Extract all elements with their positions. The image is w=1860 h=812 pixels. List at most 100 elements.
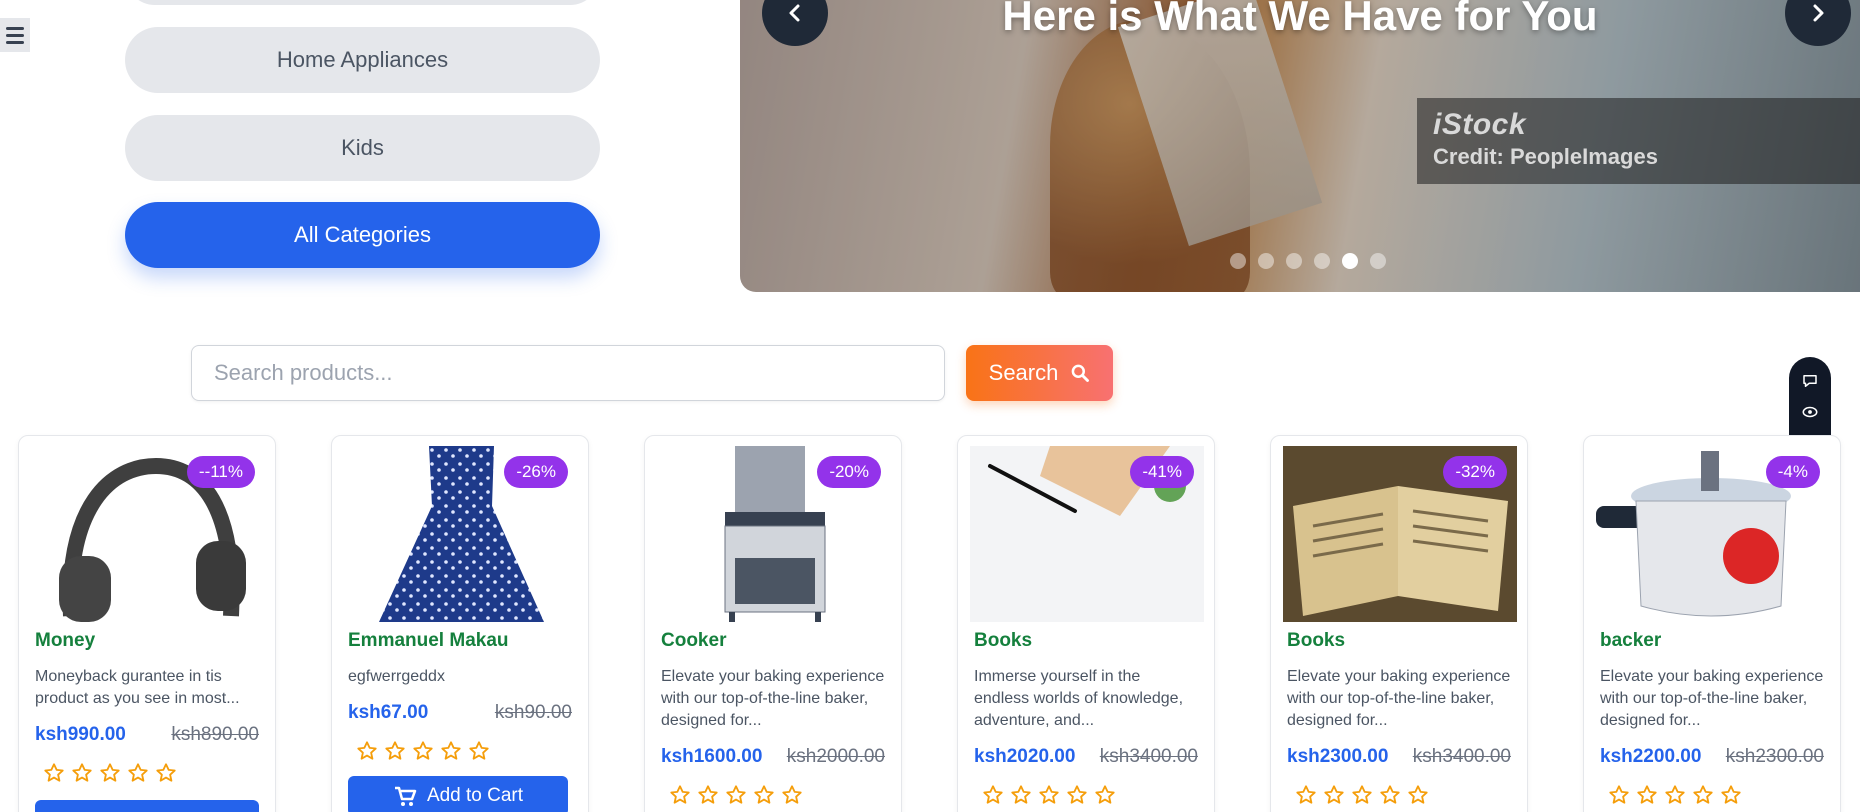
star-icon[interactable] xyxy=(669,784,691,806)
product-image: --11% xyxy=(31,446,265,622)
star-icon[interactable] xyxy=(1038,784,1060,806)
star-icon[interactable] xyxy=(1608,784,1630,806)
product-image: -4% xyxy=(1596,446,1830,622)
star-icon[interactable] xyxy=(71,762,93,784)
product-card[interactable]: --11% Money Moneyback gurantee in tis pr… xyxy=(18,435,276,812)
category-button-all[interactable]: All Categories xyxy=(125,202,600,268)
star-icon[interactable] xyxy=(1066,784,1088,806)
product-description: Elevate your baking experience with our … xyxy=(1600,668,1824,729)
star-icon[interactable] xyxy=(1323,784,1345,806)
product-old-price: ksh2000.00 xyxy=(786,746,885,767)
product-description: Moneyback gurantee in tis product as you… xyxy=(35,668,240,707)
carousel-indicators xyxy=(1230,253,1386,269)
discount-badge: --11% xyxy=(186,456,255,488)
search-button-label: Search xyxy=(988,360,1059,385)
add-to-cart-button[interactable] xyxy=(35,800,259,812)
product-image: -26% xyxy=(344,446,578,622)
product-image: -32% xyxy=(1283,446,1517,622)
product-card[interactable]: -32% Books Elevate your baking experienc… xyxy=(1270,435,1528,812)
product-image: -20% xyxy=(657,446,891,622)
product-description: egfwerrgeddx xyxy=(348,668,445,685)
star-icon[interactable] xyxy=(1407,784,1429,806)
eye-icon[interactable] xyxy=(1801,403,1819,421)
product-old-price: ksh3400.00 xyxy=(1412,746,1511,767)
chevron-right-icon xyxy=(1813,4,1824,22)
carousel-dot[interactable] xyxy=(1258,253,1274,269)
product-name[interactable]: Books xyxy=(1287,630,1511,652)
carousel-dot[interactable] xyxy=(1370,253,1386,269)
discount-badge: -41% xyxy=(1130,456,1194,488)
chevron-left-icon xyxy=(789,4,800,22)
rating-stars[interactable] xyxy=(1287,784,1511,806)
search-icon xyxy=(1072,364,1090,382)
star-icon[interactable] xyxy=(982,784,1004,806)
product-name[interactable]: backer xyxy=(1600,630,1824,652)
product-card[interactable]: -20% Cooker Elevate your baking experien… xyxy=(644,435,902,812)
star-icon[interactable] xyxy=(468,740,490,762)
star-icon[interactable] xyxy=(43,762,65,784)
add-to-cart-button[interactable]: Add to Cart xyxy=(348,776,568,812)
star-icon[interactable] xyxy=(725,784,747,806)
product-name[interactable]: Books xyxy=(974,630,1198,652)
star-icon[interactable] xyxy=(356,740,378,762)
star-icon[interactable] xyxy=(1720,784,1742,806)
product-price: ksh1600.00 xyxy=(661,746,763,767)
hero-title: Here is What We Have for You xyxy=(1002,0,1598,39)
carousel-dot[interactable] xyxy=(1314,253,1330,269)
star-icon[interactable] xyxy=(753,784,775,806)
rating-stars[interactable] xyxy=(1600,784,1824,806)
cart-icon xyxy=(394,786,417,806)
product-old-price: ksh90.00 xyxy=(494,702,572,723)
image-watermark: iStock Credit: PeopleImages xyxy=(1417,98,1860,184)
product-card[interactable]: -4% backer Elevate your baking experienc… xyxy=(1583,435,1841,812)
star-icon[interactable] xyxy=(1295,784,1317,806)
product-price: ksh67.00 xyxy=(348,702,429,723)
product-old-price: ksh3400.00 xyxy=(1099,746,1198,767)
star-icon[interactable] xyxy=(440,740,462,762)
product-name[interactable]: Cooker xyxy=(661,630,885,652)
hero-carousel: Here is What We Have for You iStock Cred… xyxy=(740,0,1860,292)
product-description: Immerse yourself in the endless worlds o… xyxy=(974,668,1184,729)
rating-stars[interactable] xyxy=(974,784,1198,806)
rating-stars[interactable] xyxy=(661,784,885,806)
star-icon[interactable] xyxy=(155,762,177,784)
product-old-price: ksh2300.00 xyxy=(1725,746,1824,767)
star-icon[interactable] xyxy=(1379,784,1401,806)
carousel-dot[interactable] xyxy=(1342,253,1358,269)
product-description: Elevate your baking experience with our … xyxy=(1287,668,1511,729)
product-name[interactable]: Emmanuel Makau xyxy=(348,630,572,652)
product-name[interactable]: Money xyxy=(35,630,259,652)
search-input[interactable] xyxy=(191,345,945,401)
add-to-cart-label: Add to Cart xyxy=(426,785,524,806)
search-button[interactable]: Search xyxy=(966,345,1113,401)
discount-badge: -32% xyxy=(1443,456,1507,488)
star-icon[interactable] xyxy=(412,740,434,762)
product-image: -41% xyxy=(970,446,1204,622)
star-icon[interactable] xyxy=(1351,784,1373,806)
product-price: ksh2020.00 xyxy=(974,746,1076,767)
category-button-kids[interactable]: Kids xyxy=(125,115,600,181)
star-icon[interactable] xyxy=(99,762,121,784)
star-icon[interactable] xyxy=(1094,784,1116,806)
star-icon[interactable] xyxy=(781,784,803,806)
product-card[interactable]: -26% Emmanuel Makau egfwerrgeddx ksh67.0… xyxy=(331,435,589,812)
product-card[interactable]: -41% Books Immerse yourself in the endle… xyxy=(957,435,1215,812)
chat-icon[interactable] xyxy=(1801,372,1819,390)
star-icon[interactable] xyxy=(697,784,719,806)
star-icon[interactable] xyxy=(1664,784,1686,806)
rating-stars[interactable] xyxy=(35,762,259,784)
carousel-dot[interactable] xyxy=(1230,253,1246,269)
star-icon[interactable] xyxy=(1636,784,1658,806)
category-button-home-appliances[interactable]: Home Appliances xyxy=(125,27,600,93)
star-icon[interactable] xyxy=(1692,784,1714,806)
menu-toggle-icon[interactable] xyxy=(0,18,30,52)
star-icon[interactable] xyxy=(127,762,149,784)
star-icon[interactable] xyxy=(384,740,406,762)
carousel-dot[interactable] xyxy=(1286,253,1302,269)
star-icon[interactable] xyxy=(1010,784,1032,806)
category-button-partial[interactable] xyxy=(125,0,600,5)
discount-badge: -26% xyxy=(504,456,568,488)
rating-stars[interactable] xyxy=(348,740,572,762)
discount-badge: -4% xyxy=(1765,456,1820,488)
product-description: Elevate your baking experience with our … xyxy=(661,668,885,729)
